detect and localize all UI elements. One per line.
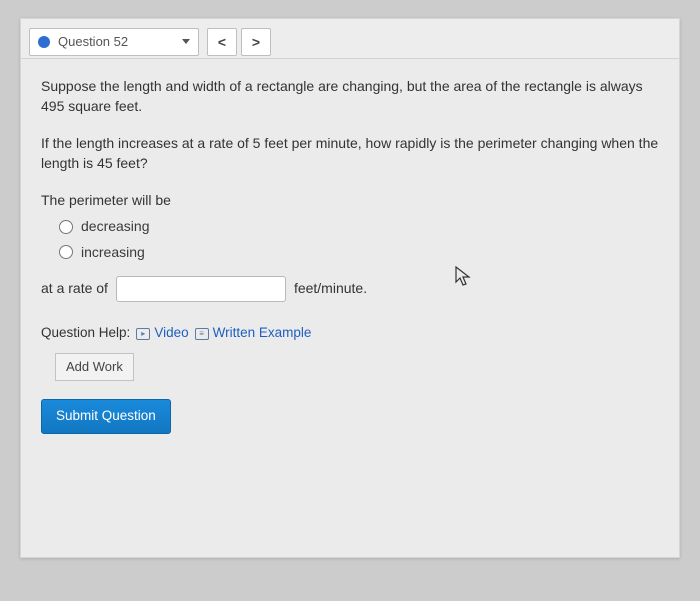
options-group: decreasing increasing xyxy=(59,217,659,262)
topbar: Question 52 < > xyxy=(21,19,679,59)
written-example-label: Written Example xyxy=(213,324,312,343)
document-icon: ≡ xyxy=(195,328,209,340)
problem-paragraph-1: Suppose the length and width of a rectan… xyxy=(41,77,659,116)
rate-prefix: at a rate of xyxy=(41,279,108,299)
video-link-label: Video xyxy=(154,324,188,343)
option-decreasing[interactable]: decreasing xyxy=(59,217,659,237)
nav-group: < > xyxy=(207,28,271,56)
written-example-link[interactable]: ≡ Written Example xyxy=(195,324,312,343)
status-dot-icon xyxy=(38,36,50,48)
question-panel: Question 52 < > Suppose the length and w… xyxy=(20,18,680,558)
video-icon: ▸ xyxy=(136,328,150,340)
option-decreasing-label: decreasing xyxy=(81,217,150,237)
rate-unit: feet/minute. xyxy=(294,279,367,299)
rate-row: at a rate of feet/minute. xyxy=(41,276,659,302)
caret-down-icon xyxy=(182,39,190,44)
question-label: Question 52 xyxy=(58,34,128,49)
radio-increasing[interactable] xyxy=(59,245,73,259)
perimeter-lead: The perimeter will be xyxy=(41,191,659,211)
next-button[interactable]: > xyxy=(241,28,271,56)
question-content: Suppose the length and width of a rectan… xyxy=(21,59,679,452)
option-increasing-label: increasing xyxy=(81,243,145,263)
help-label: Question Help: xyxy=(41,324,130,343)
option-increasing[interactable]: increasing xyxy=(59,243,659,263)
submit-button[interactable]: Submit Question xyxy=(41,399,171,434)
radio-decreasing[interactable] xyxy=(59,220,73,234)
add-work-button[interactable]: Add Work xyxy=(55,353,134,381)
question-selector[interactable]: Question 52 xyxy=(29,28,199,56)
help-row: Question Help: ▸ Video ≡ Written Example xyxy=(41,324,659,343)
rate-input[interactable] xyxy=(116,276,286,302)
problem-paragraph-2: If the length increases at a rate of 5 f… xyxy=(41,134,659,173)
video-link[interactable]: ▸ Video xyxy=(136,324,188,343)
prev-button[interactable]: < xyxy=(207,28,237,56)
